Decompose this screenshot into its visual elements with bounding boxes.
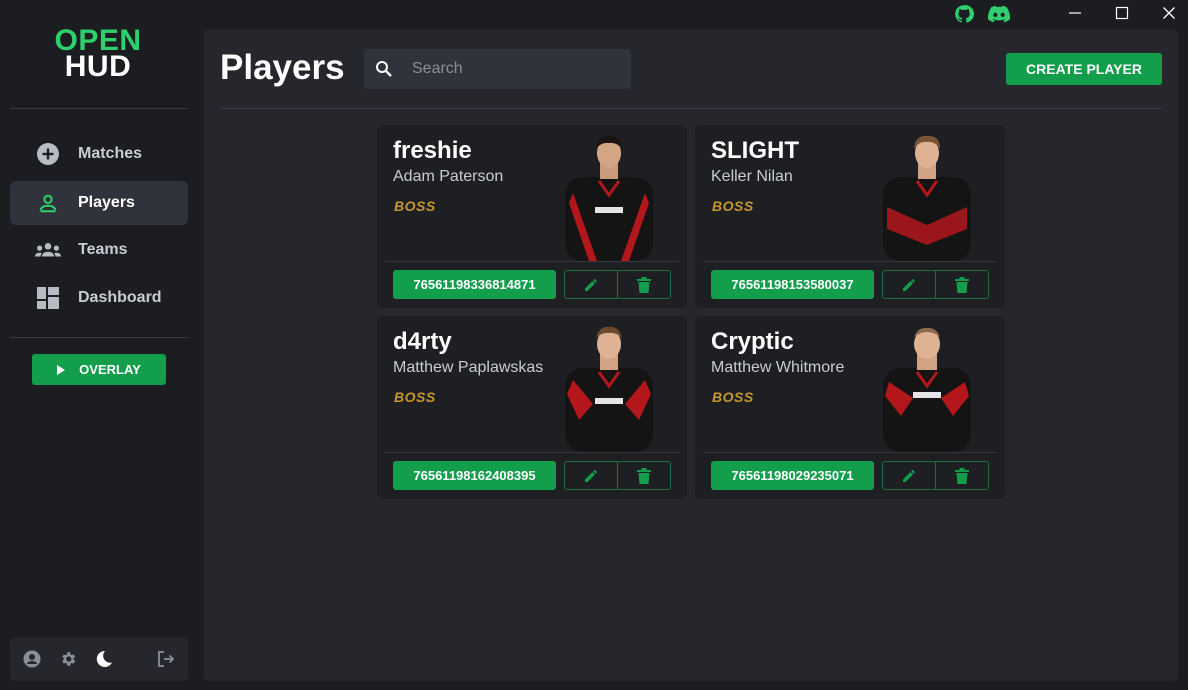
logout-icon[interactable] [157,650,175,668]
header-divider [220,108,1162,109]
page-title: Players [220,48,345,87]
delete-button[interactable] [935,271,988,298]
card-divider [703,452,997,453]
player-photo [565,135,653,261]
search-icon [376,61,392,77]
sidebar-item-players[interactable]: Players [10,181,188,225]
card-actions [882,270,989,299]
overlay-button[interactable]: OVERLAY [32,354,166,385]
dashboard-icon [35,285,61,311]
player-team: BOSS [394,389,436,405]
person-icon [35,190,61,216]
trash-icon [955,276,969,293]
player-team: BOSS [712,198,754,214]
sidebar-item-label: Dashboard [78,289,162,306]
trash-icon [637,467,651,484]
github-icon[interactable] [953,3,975,25]
steam-id-button[interactable]: 76561198029235071 [711,461,874,490]
edit-button[interactable] [565,271,617,298]
sidebar-footer [10,637,188,681]
card-divider [703,261,997,262]
sidebar-divider [10,337,188,338]
search-input[interactable] [412,49,622,89]
player-card-freshie: freshie Adam Paterson BOSS 7656119833681… [377,125,687,308]
steam-id-button[interactable]: 76561198162408395 [393,461,556,490]
player-gamer-tag: Cryptic [711,328,794,355]
close-button[interactable] [1146,0,1188,26]
card-divider [385,452,679,453]
edit-button[interactable] [883,462,935,489]
player-team: BOSS [394,198,436,214]
sidebar-item-label: Matches [78,145,143,162]
search-box[interactable] [364,49,631,89]
sidebar-item-teams[interactable]: Teams [10,228,188,272]
account-icon[interactable] [23,650,41,668]
player-real-name: Adam Paterson [393,168,504,185]
player-real-name: Matthew Paplawskas [393,359,544,376]
maximize-button[interactable] [1099,0,1145,26]
player-card-slight: SLIGHT Keller Nilan BOSS 765611981535800… [695,125,1005,308]
pencil-icon [585,469,597,482]
player-photo [565,326,653,452]
minimize-button[interactable] [1052,0,1098,26]
delete-button[interactable] [617,271,670,298]
card-actions [564,270,671,299]
trash-icon [955,467,969,484]
group-icon [35,237,61,263]
sidebar-item-matches[interactable]: Matches [10,132,188,176]
discord-icon[interactable] [988,3,1010,25]
player-real-name: Matthew Whitmore [711,359,845,376]
player-photo [883,327,971,452]
card-actions [564,461,671,490]
card-divider [385,261,679,262]
sidebar-item-label: Players [78,194,135,211]
pencil-icon [903,278,915,291]
app-logo: OPEN HUD [48,26,148,83]
player-photo [883,135,971,261]
trash-icon [637,276,651,293]
card-actions [882,461,989,490]
sidebar-item-label: Teams [78,241,128,258]
player-gamer-tag: d4rty [393,328,452,355]
plus-circle-icon [35,141,61,167]
edit-button[interactable] [565,462,617,489]
player-gamer-tag: SLIGHT [711,137,799,164]
player-card-cryptic: Cryptic Matthew Whitmore BOSS 7656119802… [695,316,1005,499]
maximize-icon [1115,6,1129,20]
minimize-icon [1069,12,1081,14]
overlay-button-label: OVERLAY [79,362,141,377]
player-gamer-tag: freshie [393,137,472,164]
player-card-d4rty: d4rty Matthew Paplawskas BOSS 7656119816… [377,316,687,499]
player-team: BOSS [712,389,754,405]
pencil-icon [585,278,597,291]
logo-text-hud: HUD [64,50,132,83]
sidebar-divider [10,108,188,109]
delete-button[interactable] [935,462,988,489]
create-player-button[interactable]: CREATE PLAYER [1006,53,1162,85]
main-panel: Players CREATE PLAYER freshie Adam Pater… [204,29,1178,681]
sidebar-item-dashboard[interactable]: Dashboard [10,276,188,320]
steam-id-button[interactable]: 76561198153580037 [711,270,874,299]
edit-button[interactable] [883,271,935,298]
player-real-name: Keller Nilan [711,168,793,185]
close-icon [1163,7,1175,19]
dark-mode-icon[interactable] [95,650,113,668]
play-icon [57,364,66,375]
settings-icon[interactable] [59,650,77,668]
pencil-icon [903,469,915,482]
sidebar: OPEN HUD Matches Players Teams Dashboard… [0,0,198,690]
delete-button[interactable] [617,462,670,489]
steam-id-button[interactable]: 76561198336814871 [393,270,556,299]
